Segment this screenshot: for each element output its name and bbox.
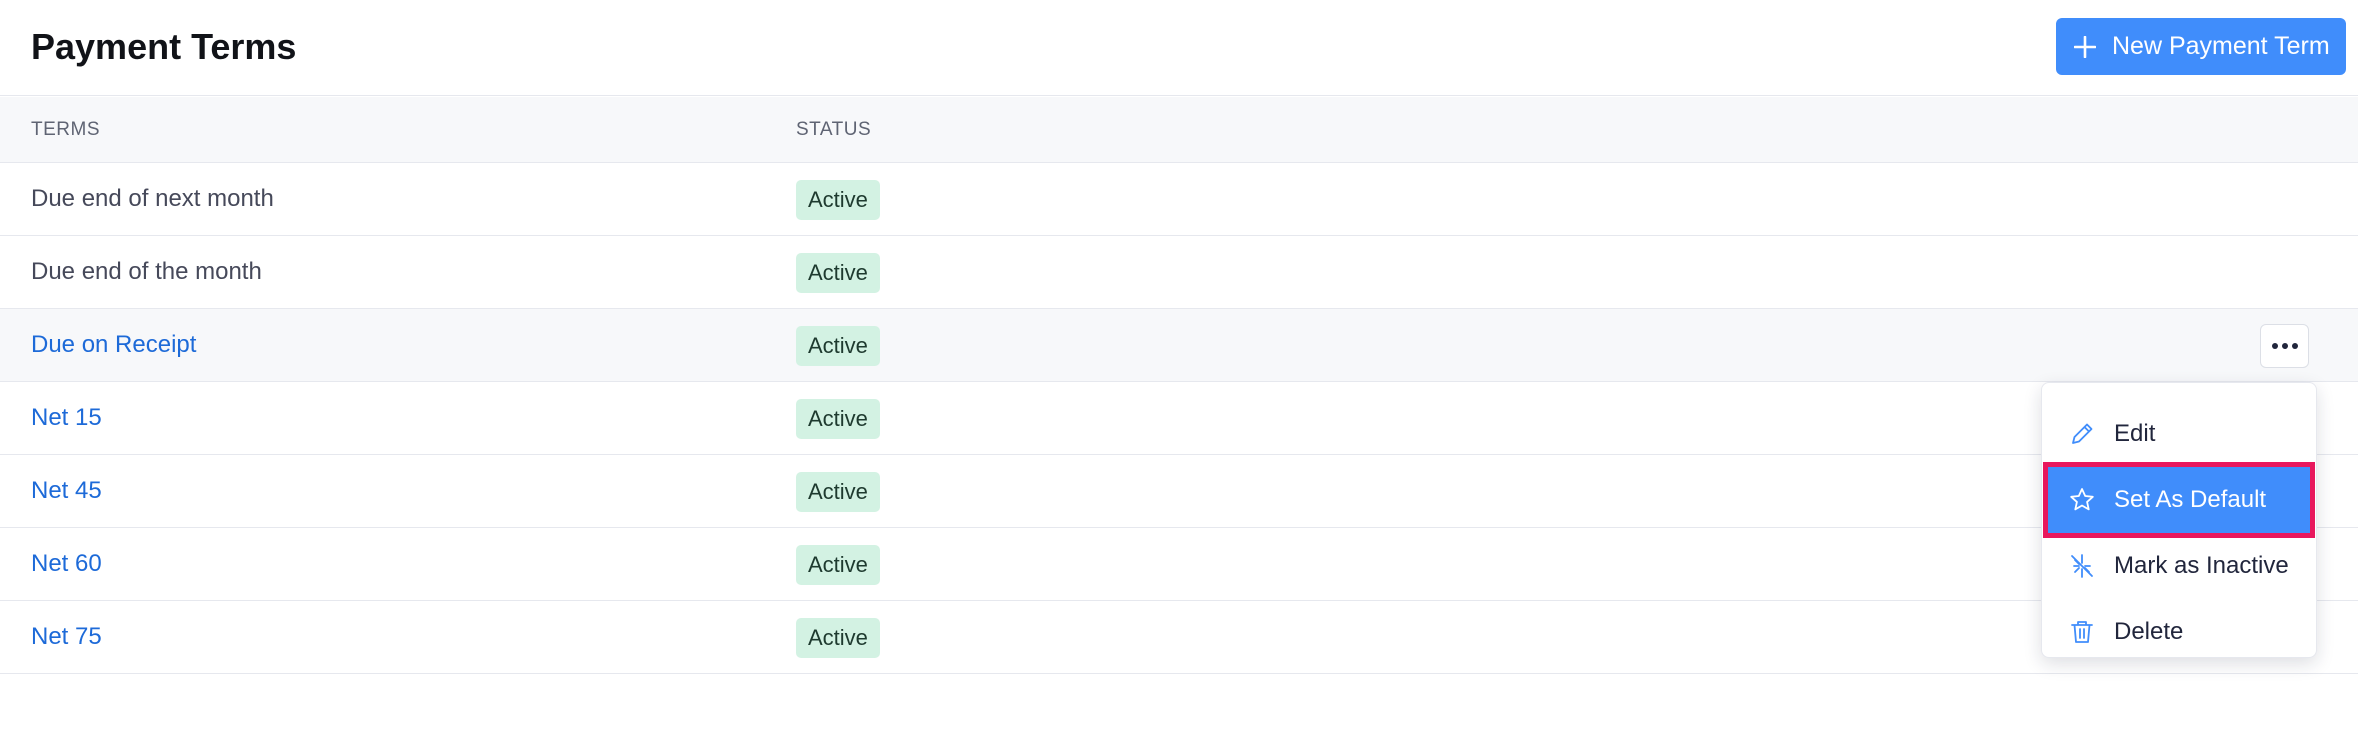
more-horizontal-icon: [2271, 337, 2299, 355]
term-name-link[interactable]: Net 45: [31, 455, 102, 527]
menu-item-label: Set As Default: [2114, 486, 2267, 513]
table-row[interactable]: Due end of the month Active: [0, 236, 2358, 309]
new-payment-term-button[interactable]: New Payment Term: [2056, 18, 2346, 75]
column-header-status: STATUS: [796, 119, 872, 140]
row-actions-menu: Edit Set As Default Mark as Inactive Del…: [2041, 382, 2317, 658]
status-badge: Active: [796, 180, 880, 220]
row-actions-button[interactable]: [2260, 324, 2309, 368]
menu-item-label: Mark as Inactive: [2114, 552, 2289, 579]
page-title: Payment Terms: [31, 26, 297, 67]
menu-item-set-as-default[interactable]: Set As Default: [2043, 462, 2315, 538]
status-badge: Active: [796, 618, 880, 658]
term-name-link[interactable]: Net 60: [31, 528, 102, 600]
page-header: Payment Terms New Payment Term: [0, 0, 2358, 96]
plus-icon: [2073, 35, 2097, 58]
payment-terms-table: TERMS STATUS Due end of next month Activ…: [0, 97, 2358, 674]
status-badge: Active: [796, 399, 880, 439]
menu-item-mark-as-inactive[interactable]: Mark as Inactive: [2048, 533, 2310, 599]
term-name: Due end of the month: [31, 258, 262, 285]
inactive-icon: [2068, 552, 2096, 580]
table-row[interactable]: Due end of next month Active: [0, 163, 2358, 236]
column-header-terms: TERMS: [31, 119, 100, 140]
table-header: TERMS STATUS: [0, 97, 2358, 163]
status-badge: Active: [796, 326, 880, 366]
new-payment-term-label: New Payment Term: [2112, 32, 2330, 60]
star-icon: [2068, 486, 2096, 514]
payment-terms-page: Payment Terms New Payment Term TERMS STA…: [0, 0, 2358, 736]
menu-item-label: Edit: [2114, 420, 2156, 447]
table-row[interactable]: Due on Receipt Active: [0, 309, 2358, 382]
term-name-link[interactable]: Net 75: [31, 601, 102, 673]
status-badge: Active: [796, 253, 880, 293]
menu-item-label: Delete: [2114, 618, 2184, 645]
term-name-link[interactable]: Due on Receipt: [31, 309, 196, 381]
table-row[interactable]: Net 60 Active: [0, 528, 2358, 601]
table-row[interactable]: Net 15 Active: [0, 382, 2358, 455]
status-badge: Active: [796, 545, 880, 585]
table-row[interactable]: Net 75 Active: [0, 601, 2358, 674]
menu-item-delete[interactable]: Delete: [2048, 599, 2310, 665]
menu-item-edit[interactable]: Edit: [2048, 401, 2310, 467]
pencil-icon: [2068, 420, 2096, 448]
trash-icon: [2068, 618, 2096, 646]
status-badge: Active: [796, 472, 880, 512]
term-name: Due end of next month: [31, 185, 274, 212]
term-name-link[interactable]: Net 15: [31, 382, 102, 454]
table-row[interactable]: Net 45 Active: [0, 455, 2358, 528]
